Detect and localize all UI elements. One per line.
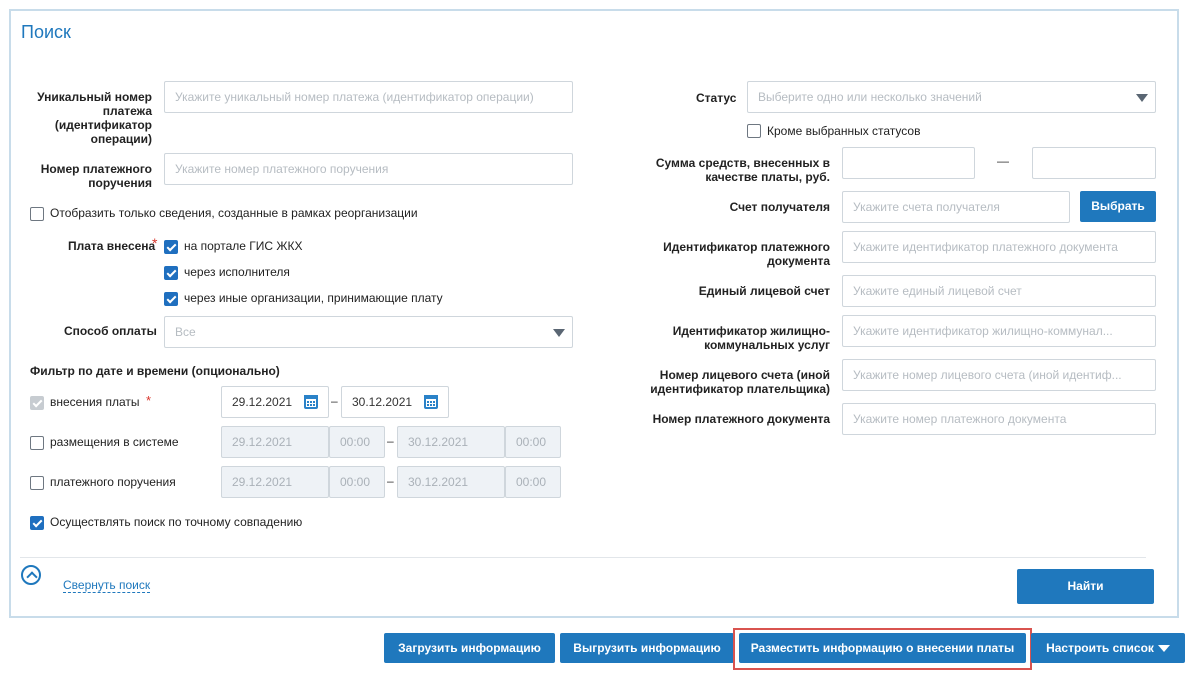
placement-time-from-input: 00:00 <box>329 426 385 458</box>
date-filter-heading: Фильтр по дате и времени (опционально) <box>30 364 280 378</box>
order-time-to-input: 00:00 <box>505 466 561 498</box>
except-statuses-label: Кроме выбранных статусов <box>767 124 921 138</box>
payment-date-checkbox <box>30 396 44 410</box>
order-number-label: Номер платежного поручения <box>40 162 152 190</box>
personal-account-input[interactable]: Укажите номер лицевого счета (иной идент… <box>842 359 1156 391</box>
order-date-from-input: 29.12.2021 <box>221 466 329 498</box>
status-select[interactable]: Выберите одно или несколько значений <box>747 81 1156 113</box>
except-statuses-checkbox[interactable] <box>747 124 761 138</box>
upload-button[interactable]: Загрузить информацию <box>384 633 555 663</box>
account-label: Счет получателя <box>729 200 830 214</box>
paid-via-portal-checkbox[interactable] <box>164 240 178 254</box>
paid-via-required-mark: * <box>152 235 158 251</box>
amount-to-input[interactable] <box>1032 147 1156 179</box>
amount-from-input[interactable] <box>842 147 975 179</box>
range-dash: – <box>387 434 394 448</box>
housing-id-input[interactable]: Укажите идентификатор жилищно-коммунал..… <box>842 315 1156 347</box>
payment-method-label: Способ оплаты <box>64 324 157 338</box>
range-dash: – <box>331 394 338 408</box>
payment-date-label: внесения платы <box>50 395 140 409</box>
paid-via-other-label: через иные организации, принимающие плат… <box>184 291 443 305</box>
calendar-icon[interactable] <box>424 395 438 409</box>
exact-match-label: Осуществлять поиск по точному совпадению <box>50 515 303 529</box>
select-account-button[interactable]: Выбрать <box>1080 191 1156 222</box>
doc-id-input[interactable]: Укажите идентификатор платежного докумен… <box>842 231 1156 263</box>
paid-via-executor-checkbox[interactable] <box>164 266 178 280</box>
range-dash: – <box>387 474 394 488</box>
paid-via-executor-label: через исполнителя <box>184 265 290 279</box>
order-date-to-input: 30.12.2021 <box>397 466 505 498</box>
search-title: Поиск <box>21 22 71 42</box>
find-button[interactable]: Найти <box>1017 569 1154 604</box>
divider <box>20 557 1146 558</box>
payment-doc-number-label: Номер платежного документа <box>652 412 830 426</box>
unique-number-label: Уникальный номер платежа (идентификатор … <box>37 90 152 146</box>
order-date-label: платежного поручения <box>50 475 176 489</box>
amount-dash: — <box>997 154 1009 168</box>
status-label: Статус <box>696 91 737 105</box>
placement-checkbox[interactable] <box>30 436 44 450</box>
exact-match-checkbox[interactable] <box>30 516 44 530</box>
reorg-checkbox[interactable] <box>30 207 44 221</box>
housing-id-label: Идентификатор жилищно-коммунальных услуг <box>672 324 830 352</box>
paid-via-portal-label: на портале ГИС ЖКХ <box>184 239 303 253</box>
account-input[interactable]: Укажите счета получателя <box>842 191 1070 223</box>
payment-method-select[interactable]: Все <box>164 316 573 348</box>
collapse-search-link[interactable]: Свернуть поиск <box>63 578 151 593</box>
chevron-down-icon[interactable] <box>1136 94 1148 102</box>
placement-date-to-input: 30.12.2021 <box>397 426 505 458</box>
placement-date-from-input: 29.12.2021 <box>221 426 329 458</box>
order-time-from-input: 00:00 <box>329 466 385 498</box>
doc-id-label: Идентификатор платежного документа <box>663 240 830 268</box>
personal-account-label: Номер лицевого счета (иной идентификатор… <box>650 368 830 396</box>
calendar-icon[interactable] <box>304 395 318 409</box>
order-date-checkbox[interactable] <box>30 476 44 490</box>
chevron-up-icon[interactable] <box>21 565 41 585</box>
amount-label: Сумма средств, внесенных в качестве плат… <box>655 156 830 184</box>
unique-number-input[interactable]: Укажите уникальный номер платежа (иденти… <box>164 81 573 113</box>
payment-date-required-mark: * <box>146 393 152 408</box>
order-number-input[interactable]: Укажите номер платежного поручения <box>164 153 573 185</box>
place-payment-info-button[interactable]: Разместить информацию о внесении платы <box>739 633 1026 663</box>
caret-down-icon <box>1157 645 1170 653</box>
placement-time-to-input: 00:00 <box>505 426 561 458</box>
payment-doc-number-input[interactable]: Укажите номер платежного документа <box>842 403 1156 435</box>
configure-list-button[interactable]: Настроить список <box>1031 633 1185 663</box>
download-button[interactable]: Выгрузить информацию <box>560 633 734 663</box>
single-account-input[interactable]: Укажите единый лицевой счет <box>842 275 1156 307</box>
reorg-label: Отобразить только сведения, созданные в … <box>50 206 418 220</box>
paid-via-label: Плата внесена <box>68 239 156 253</box>
single-account-label: Единый лицевой счет <box>698 284 830 298</box>
paid-via-other-checkbox[interactable] <box>164 292 178 306</box>
placement-label: размещения в системе <box>50 435 179 449</box>
configure-list-label: Настроить список <box>1046 641 1154 655</box>
chevron-down-icon[interactable] <box>553 329 565 337</box>
